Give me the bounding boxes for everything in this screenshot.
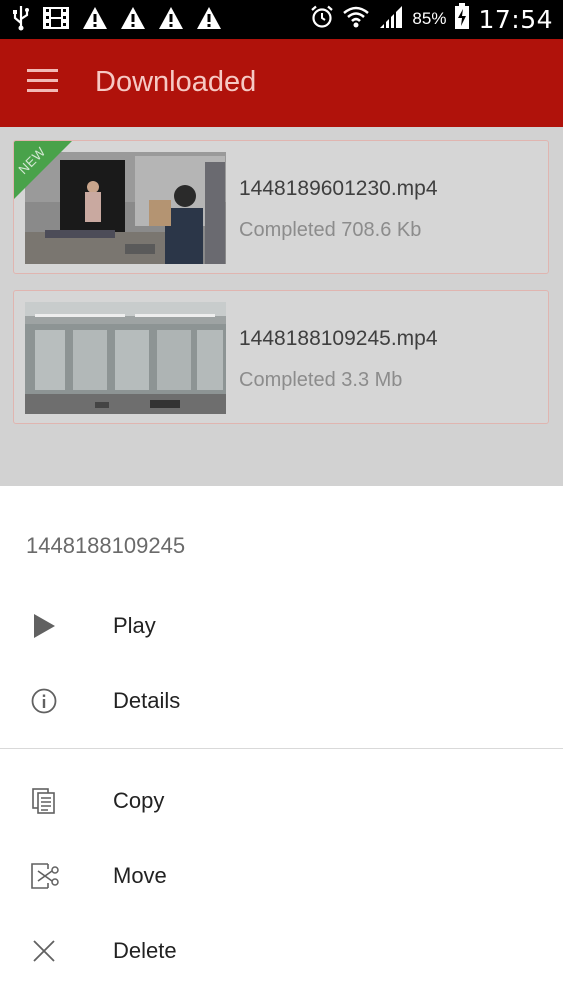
video-thumbnail: [25, 302, 226, 414]
battery-charging-icon: [454, 3, 470, 35]
app-bar: Downloaded: [0, 39, 563, 127]
download-list: 1448189601230.mp4 Completed 708.6 Kb NEW: [0, 127, 563, 486]
list-item[interactable]: 1448188109245.mp4 Completed 3.3 Mb: [13, 290, 549, 424]
bottom-sheet: 1448188109245 Play Details Copy Move Del…: [0, 486, 563, 1000]
move-label: Move: [113, 863, 167, 888]
sheet-title: 1448188109245: [26, 533, 186, 558]
menu-icon[interactable]: [27, 69, 59, 95]
battery-percent: 85%: [412, 9, 447, 28]
divider: [0, 748, 563, 749]
play-icon: [30, 612, 58, 640]
new-badge: NEW: [14, 141, 74, 201]
copy-label: Copy: [113, 788, 165, 813]
warning-icon: [82, 6, 108, 35]
warning-icon: [158, 6, 184, 35]
move-icon: [30, 862, 59, 890]
details-button[interactable]: Details: [0, 663, 563, 738]
page-title: Downloaded: [95, 66, 257, 98]
file-name: 1448189601230.mp4: [239, 177, 438, 200]
copy-icon: [30, 787, 58, 815]
warning-icon: [196, 6, 222, 35]
download-status: Completed 708.6 Kb: [239, 219, 422, 241]
video-icon: [42, 6, 70, 35]
usb-icon: [12, 5, 30, 36]
copy-button[interactable]: Copy: [0, 763, 563, 838]
delete-button[interactable]: Delete: [0, 913, 563, 988]
close-icon: [30, 937, 58, 965]
download-status: Completed 3.3 Mb: [239, 369, 403, 391]
clock: 17:54: [478, 4, 553, 34]
play-label: Play: [113, 613, 156, 638]
warning-icon: [120, 6, 146, 35]
details-label: Details: [113, 688, 181, 713]
wifi-icon: [342, 4, 370, 35]
move-button[interactable]: Move: [0, 838, 563, 913]
status-bar: 85% 17:54: [0, 0, 563, 39]
file-name: 1448188109245.mp4: [239, 327, 438, 350]
delete-label: Delete: [113, 938, 177, 963]
play-button[interactable]: Play: [0, 588, 563, 663]
info-icon: [30, 687, 58, 715]
signal-icon: [378, 4, 404, 35]
alarm-icon: [310, 5, 334, 34]
list-item[interactable]: 1448189601230.mp4 Completed 708.6 Kb NEW: [13, 140, 549, 274]
